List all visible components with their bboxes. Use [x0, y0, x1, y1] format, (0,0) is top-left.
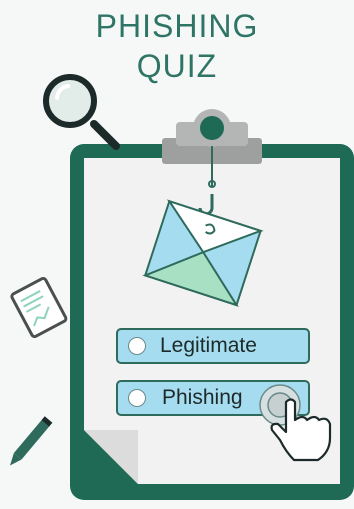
- pencil-icon: [10, 416, 53, 466]
- radio-legitimate[interactable]: [128, 337, 146, 355]
- option-phishing-label: Phishing: [162, 386, 243, 409]
- option-legitimate-label: Legitimate: [160, 334, 257, 357]
- document-icon: [10, 276, 68, 339]
- option-legitimate[interactable]: Legitimate: [116, 328, 310, 364]
- illustration: [10, 74, 354, 500]
- option-phishing[interactable]: Phishing: [116, 380, 310, 416]
- radio-phishing[interactable]: [128, 389, 146, 407]
- magnifying-glass-icon: [43, 74, 120, 150]
